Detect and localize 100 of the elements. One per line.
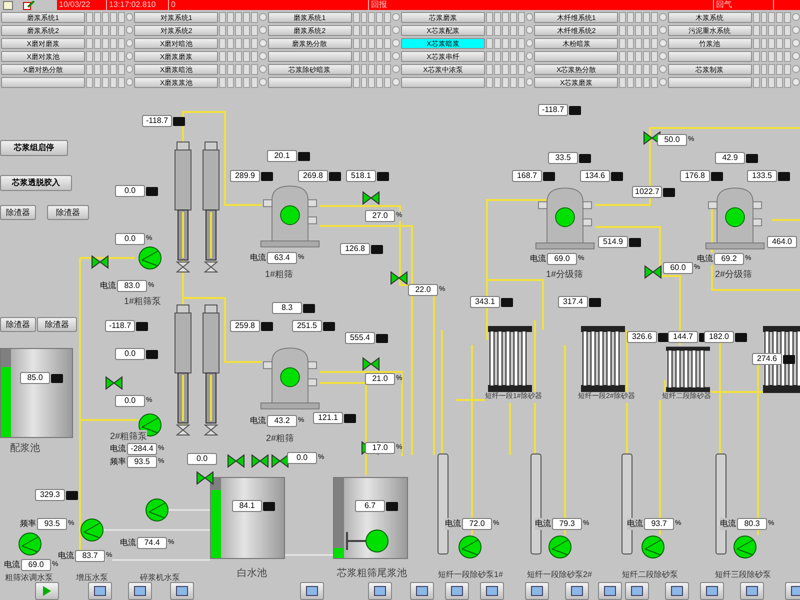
unit-tag-icon <box>146 350 158 358</box>
pump-drawing <box>458 535 482 559</box>
control-button[interactable]: 芯浆透脱胶入 <box>0 175 72 191</box>
unit-tag-icon <box>569 106 581 114</box>
control-button[interactable]: 芯浆组启停 <box>0 140 68 156</box>
value-label: 电流 <box>250 252 266 264</box>
header-text: 0 <box>169 0 369 10</box>
valve-icon <box>643 264 663 280</box>
value-field: 93.5 <box>37 518 67 530</box>
unit-tag-icon <box>611 172 623 180</box>
value-field: 144.7 <box>668 331 698 343</box>
value-field: 69.0 <box>21 559 51 571</box>
value-field: 182.0 <box>704 331 734 343</box>
value-field: 27.0 <box>365 210 395 222</box>
pump-drawing <box>18 532 42 556</box>
header-text: 回气 <box>714 0 774 10</box>
value-field: 251.5 <box>292 320 322 332</box>
toolbar-button[interactable] <box>128 582 152 600</box>
value-field: 514.9 <box>598 236 628 248</box>
toolbar-button[interactable] <box>625 582 649 600</box>
system-button[interactable] <box>400 76 486 88</box>
system-button[interactable] <box>268 76 352 88</box>
equipment-label: 增压水泵 <box>76 572 108 584</box>
unit-tag-icon <box>303 304 315 312</box>
value-label: 频率 <box>20 518 36 530</box>
value-field: 69.0 <box>547 253 577 265</box>
value-field: 329.3 <box>35 489 65 501</box>
window-icon <box>791 586 800 596</box>
value-field: 22.0 <box>408 284 438 296</box>
toolbar-button[interactable] <box>565 582 589 600</box>
unit-tag-icon <box>746 154 758 162</box>
control-button[interactable]: 除渣器 <box>47 205 89 220</box>
value-label: 电流 <box>697 253 713 265</box>
window-icon <box>746 586 758 596</box>
screen-vessel-drawing <box>705 187 765 250</box>
value-label: 电流 <box>120 537 136 549</box>
toolbar-button[interactable] <box>445 582 469 600</box>
toolbar-button[interactable] <box>88 582 112 600</box>
system-button[interactable] <box>1 76 86 88</box>
value-field: 72.0 <box>462 518 492 530</box>
unit-tag-icon <box>66 490 78 500</box>
agitator-drawing <box>345 528 390 554</box>
control-button[interactable]: 除渣器 <box>0 205 36 220</box>
toolbar-button[interactable] <box>300 582 324 600</box>
window-icon <box>374 586 386 596</box>
edit-icon[interactable] <box>23 1 35 10</box>
toolbar-button[interactable] <box>410 582 434 600</box>
value-field: 85.0 <box>20 372 50 384</box>
valve-icon <box>226 453 246 469</box>
toolbar-button[interactable] <box>665 582 689 600</box>
equipment-label: 2#粗筛 <box>266 432 294 446</box>
screen-vessel-drawing <box>260 347 320 410</box>
equipment-label: 短纤三段除砂泵 <box>715 569 771 581</box>
toolbar-button[interactable] <box>480 582 504 600</box>
pump-drawing <box>733 535 757 559</box>
value-label: 电流 <box>535 518 551 530</box>
value-field: 43.2 <box>267 415 297 427</box>
screen-icon[interactable] <box>3 1 13 10</box>
value-field: 343.1 <box>470 296 500 308</box>
unit-tag-icon <box>371 244 383 254</box>
cleaner-bank-drawing <box>665 346 711 394</box>
unit-tag-icon <box>344 414 356 422</box>
toolbar-button[interactable] <box>598 582 622 600</box>
system-button[interactable] <box>268 50 352 62</box>
value-field: 21.0 <box>365 373 395 385</box>
value-field: 50.0 <box>657 134 687 146</box>
value-field: -118.7 <box>538 104 568 116</box>
value-field: 289.9 <box>230 170 260 182</box>
window-icon <box>706 586 718 596</box>
valve-icon <box>195 470 215 486</box>
value-field: 317.4 <box>558 296 588 308</box>
window-icon <box>451 586 463 596</box>
pump-drawing <box>80 518 104 542</box>
value-label: 电流 <box>250 415 266 427</box>
system-button[interactable] <box>534 50 618 62</box>
tank-label: 芯浆粗筛尾浆池 <box>337 566 407 581</box>
unit-tag-icon <box>261 172 273 180</box>
system-button[interactable] <box>668 76 752 88</box>
toolbar-button[interactable] <box>368 582 392 600</box>
value-field: 0.0 <box>115 395 145 407</box>
window-icon <box>306 586 318 596</box>
value-field: 259.8 <box>230 320 260 332</box>
toolbar-button[interactable] <box>170 582 194 600</box>
value-field: 74.4 <box>137 537 167 549</box>
equipment-label: 短纤一段除砂泵2# <box>527 569 592 581</box>
control-button[interactable]: 除渣器 <box>0 317 36 332</box>
toolbar-button[interactable] <box>525 582 549 600</box>
unit-tag-icon <box>173 116 185 126</box>
toolbar-button[interactable] <box>700 582 724 600</box>
value-field: 176.8 <box>680 170 710 182</box>
window-icon <box>604 586 616 596</box>
value-label: 电流 <box>100 280 116 292</box>
value-label: 电流 <box>445 518 461 530</box>
value-field: 80.3 <box>737 518 767 530</box>
unit-tag-icon <box>377 172 389 180</box>
system-button[interactable] <box>668 50 752 62</box>
toolbar-button[interactable] <box>740 582 764 600</box>
control-button[interactable]: 除渣器 <box>37 317 77 332</box>
unit-tag-icon <box>146 186 158 196</box>
unit-tag-icon <box>629 238 641 246</box>
